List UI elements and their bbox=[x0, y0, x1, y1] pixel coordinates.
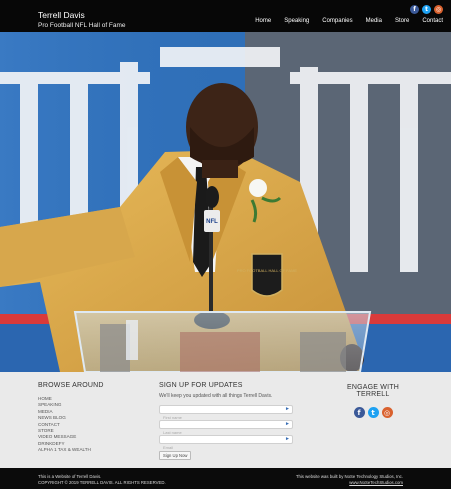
first-name-field: ► bbox=[159, 405, 293, 421]
hof-badge-text: PRO FOOTBALL HALL OF FAME bbox=[237, 268, 297, 273]
credit-link[interactable]: www.NoSeTechStudios.com bbox=[349, 480, 403, 485]
copyright-left: This is a Website of Terrell Davis. COPY… bbox=[38, 474, 166, 486]
footer-info: BROWSE AROUND HOME SPEAKING MEDIA NEWS B… bbox=[0, 372, 451, 468]
arrow-right-icon: ► bbox=[285, 421, 290, 427]
arrow-right-icon: ► bbox=[285, 406, 290, 412]
last-name-field: ► bbox=[159, 420, 293, 436]
email-input[interactable] bbox=[160, 444, 280, 451]
nav-media[interactable]: Media bbox=[366, 18, 382, 24]
engage-title: ENGAGE WITH TERRELL bbox=[347, 384, 399, 398]
hero-image: PRO FOOTBALL HALL OF FAME NFL bbox=[0, 32, 451, 372]
footer-social-links: f t ◎ bbox=[333, 407, 413, 418]
signup-description: We'll keep you updated with all things T… bbox=[159, 393, 273, 399]
nav-speaking[interactable]: Speaking bbox=[284, 18, 309, 24]
facebook-icon[interactable]: f bbox=[353, 407, 365, 418]
signup-title: SIGN UP FOR UPDATES bbox=[159, 382, 243, 389]
mic-flag-text: NFL bbox=[206, 219, 218, 225]
email-field: ► bbox=[159, 435, 293, 451]
site-header: Terrell Davis Pro Football NFL Hall of F… bbox=[0, 0, 451, 32]
nav-home[interactable]: Home bbox=[255, 18, 271, 24]
facebook-icon[interactable]: f bbox=[410, 5, 419, 14]
browse-title: BROWSE AROUND bbox=[38, 382, 104, 389]
signup-section: SIGN UP FOR UPDATES We'll keep you updat… bbox=[159, 382, 293, 462]
browse-section: BROWSE AROUND HOME SPEAKING MEDIA NEWS B… bbox=[38, 382, 104, 454]
brand[interactable]: Terrell Davis Pro Football NFL Hall of F… bbox=[38, 10, 126, 31]
site-title[interactable]: Terrell Davis bbox=[38, 10, 126, 20]
hero-photo-illustration: PRO FOOTBALL HALL OF FAME NFL bbox=[0, 32, 451, 372]
credits: This website was built by NoSe Technolog… bbox=[296, 474, 403, 486]
browse-links: HOME SPEAKING MEDIA NEWS BLOG CONTACT ST… bbox=[38, 396, 104, 454]
main-nav: Home Speaking Companies Media Store Cont… bbox=[255, 18, 443, 24]
copyright-bar: This is a Website of Terrell Davis. COPY… bbox=[0, 468, 451, 489]
copyright-line2: COPYRIGHT © 2019 TERRELL DAVIS. ALL RIGH… bbox=[38, 480, 166, 485]
sign-up-button[interactable]: Sign Up Now bbox=[159, 451, 192, 460]
arrow-right-icon: ► bbox=[285, 436, 290, 442]
footer-link-alpha-1[interactable]: ALPHA 1 TAX & WEALTH bbox=[38, 447, 104, 453]
nav-contact[interactable]: Contact bbox=[422, 18, 443, 24]
header-social-links: f t ◎ bbox=[410, 5, 443, 14]
nav-store[interactable]: Store bbox=[395, 18, 409, 24]
twitter-icon[interactable]: t bbox=[367, 407, 379, 418]
instagram-icon[interactable]: ◎ bbox=[381, 407, 393, 418]
nav-companies[interactable]: Companies bbox=[322, 18, 352, 24]
engage-section: ENGAGE WITH TERRELL f t ◎ bbox=[333, 384, 413, 418]
twitter-icon[interactable]: t bbox=[422, 5, 431, 14]
instagram-icon[interactable]: ◎ bbox=[434, 5, 443, 14]
site-subtitle: Pro Football NFL Hall of Fame bbox=[38, 22, 126, 29]
